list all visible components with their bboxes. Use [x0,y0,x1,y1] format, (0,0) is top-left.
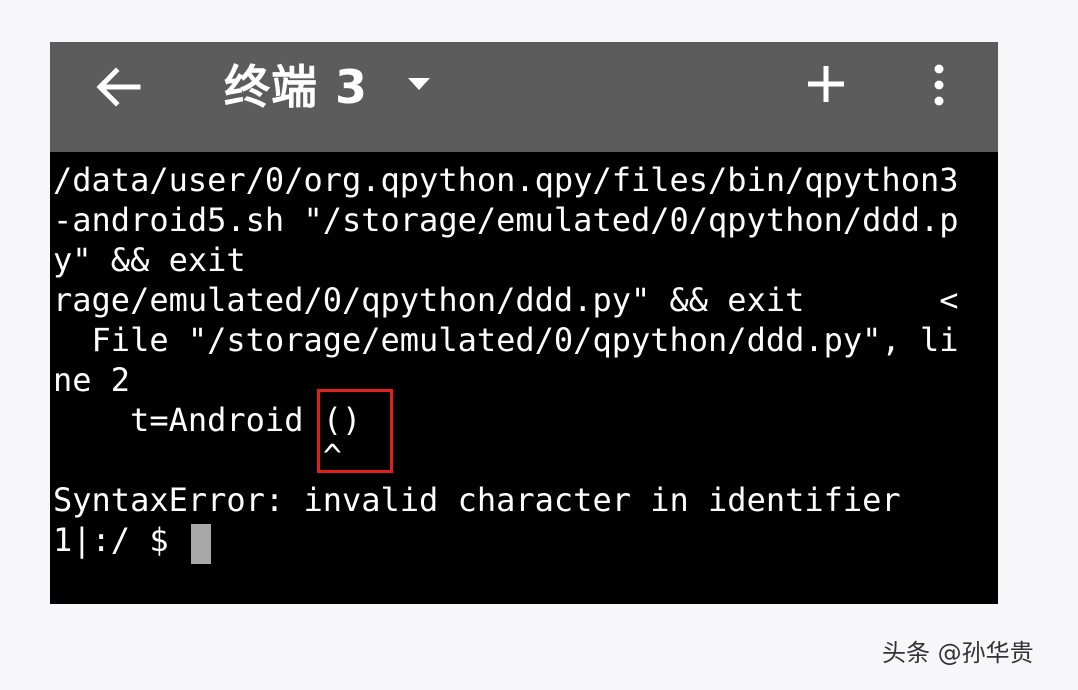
terminal-selector-dropdown[interactable] [406,74,432,96]
source-watermark: 头条 @孙华贵 [882,639,1034,667]
terminal-line: /data/user/0/org.qpython.qpy/files/bin/q… [53,161,959,199]
terminal-app-window: 终端 3 /data/user/0/org.qpython.qpy/files/… [50,42,998,604]
terminal-line: -android5.sh "/storage/emulated/0/qpytho… [53,201,959,239]
terminal-line: SyntaxError: invalid character in identi… [53,481,901,519]
terminal-prompt-line: 1|:/ $ [53,521,188,559]
toolbar-title: 终端 3 [224,60,369,114]
terminal-line: y" && exit [53,241,246,279]
new-terminal-button[interactable] [806,64,846,104]
terminal-line: ^ [53,437,342,475]
terminal-line: rage/emulated/0/qpython/ddd.py" && exit … [53,281,959,319]
error-highlight-box [317,389,393,473]
app-toolbar: 终端 3 [50,42,998,152]
overflow-menu-button[interactable] [928,64,950,106]
terminal-output[interactable]: /data/user/0/org.qpython.qpy/files/bin/q… [50,152,998,604]
more-vert-icon [934,64,944,106]
terminal-cursor [191,524,211,564]
back-arrow-icon [96,67,141,107]
terminal-line: File "/storage/emulated/0/qpython/ddd.py… [53,321,959,359]
dropdown-caret-icon [408,78,430,90]
back-button[interactable] [94,65,142,109]
terminal-line: ne 2 [53,361,131,399]
terminal-line: t=Android () [53,401,362,439]
plus-icon [808,66,844,102]
